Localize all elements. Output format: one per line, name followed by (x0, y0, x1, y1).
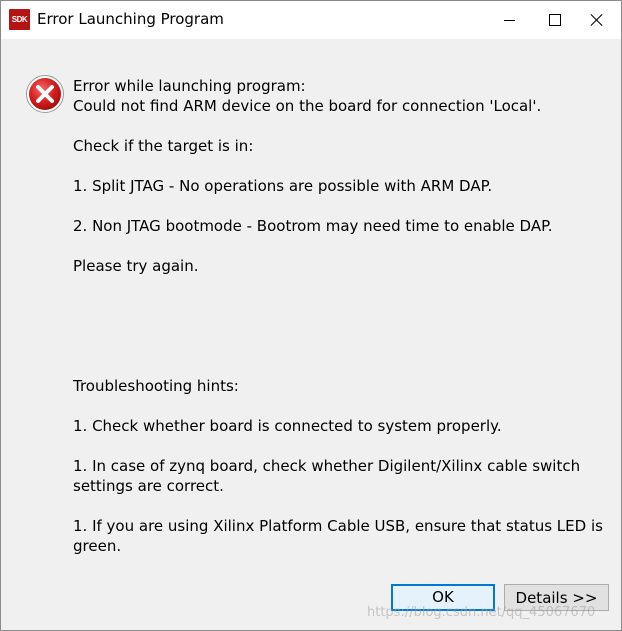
maximize-icon (549, 14, 561, 26)
message-line: Troubleshooting hints: (73, 377, 239, 395)
window-title: Error Launching Program (37, 10, 224, 28)
maximize-button[interactable] (532, 1, 578, 39)
error-icon (26, 75, 64, 113)
message-line: Error while launching program: (73, 77, 306, 95)
message-line: 1. Check whether board is connected to s… (73, 417, 502, 435)
error-dialog: SDK Error Launching Program Error while … (0, 0, 622, 631)
close-icon (590, 13, 604, 27)
message-line: green. (73, 537, 122, 555)
message-line: settings are correct. (73, 477, 224, 495)
message-line: 1. In case of zynq board, check whether … (73, 457, 581, 475)
message-line: 1. If you are using Xilinx Platform Cabl… (73, 517, 603, 535)
minimize-button[interactable] (486, 1, 532, 39)
title-bar[interactable]: SDK Error Launching Program (1, 1, 621, 39)
message-line: Check if the target is in: (73, 137, 254, 155)
message-line: 2. Non JTAG bootmode - Bootrom may need … (73, 217, 553, 235)
minimize-icon (503, 19, 515, 21)
sdk-app-icon: SDK (9, 9, 30, 30)
message-line: 1. Split JTAG - No operations are possib… (73, 177, 493, 195)
close-button[interactable] (574, 1, 620, 39)
error-message: Error while launching program: Could not… (73, 76, 603, 556)
watermark-text: https://blog.csdn.net/qq_45067670 (367, 605, 596, 620)
message-line: Could not find ARM device on the board f… (73, 97, 542, 115)
message-line: Please try again. (73, 257, 199, 275)
